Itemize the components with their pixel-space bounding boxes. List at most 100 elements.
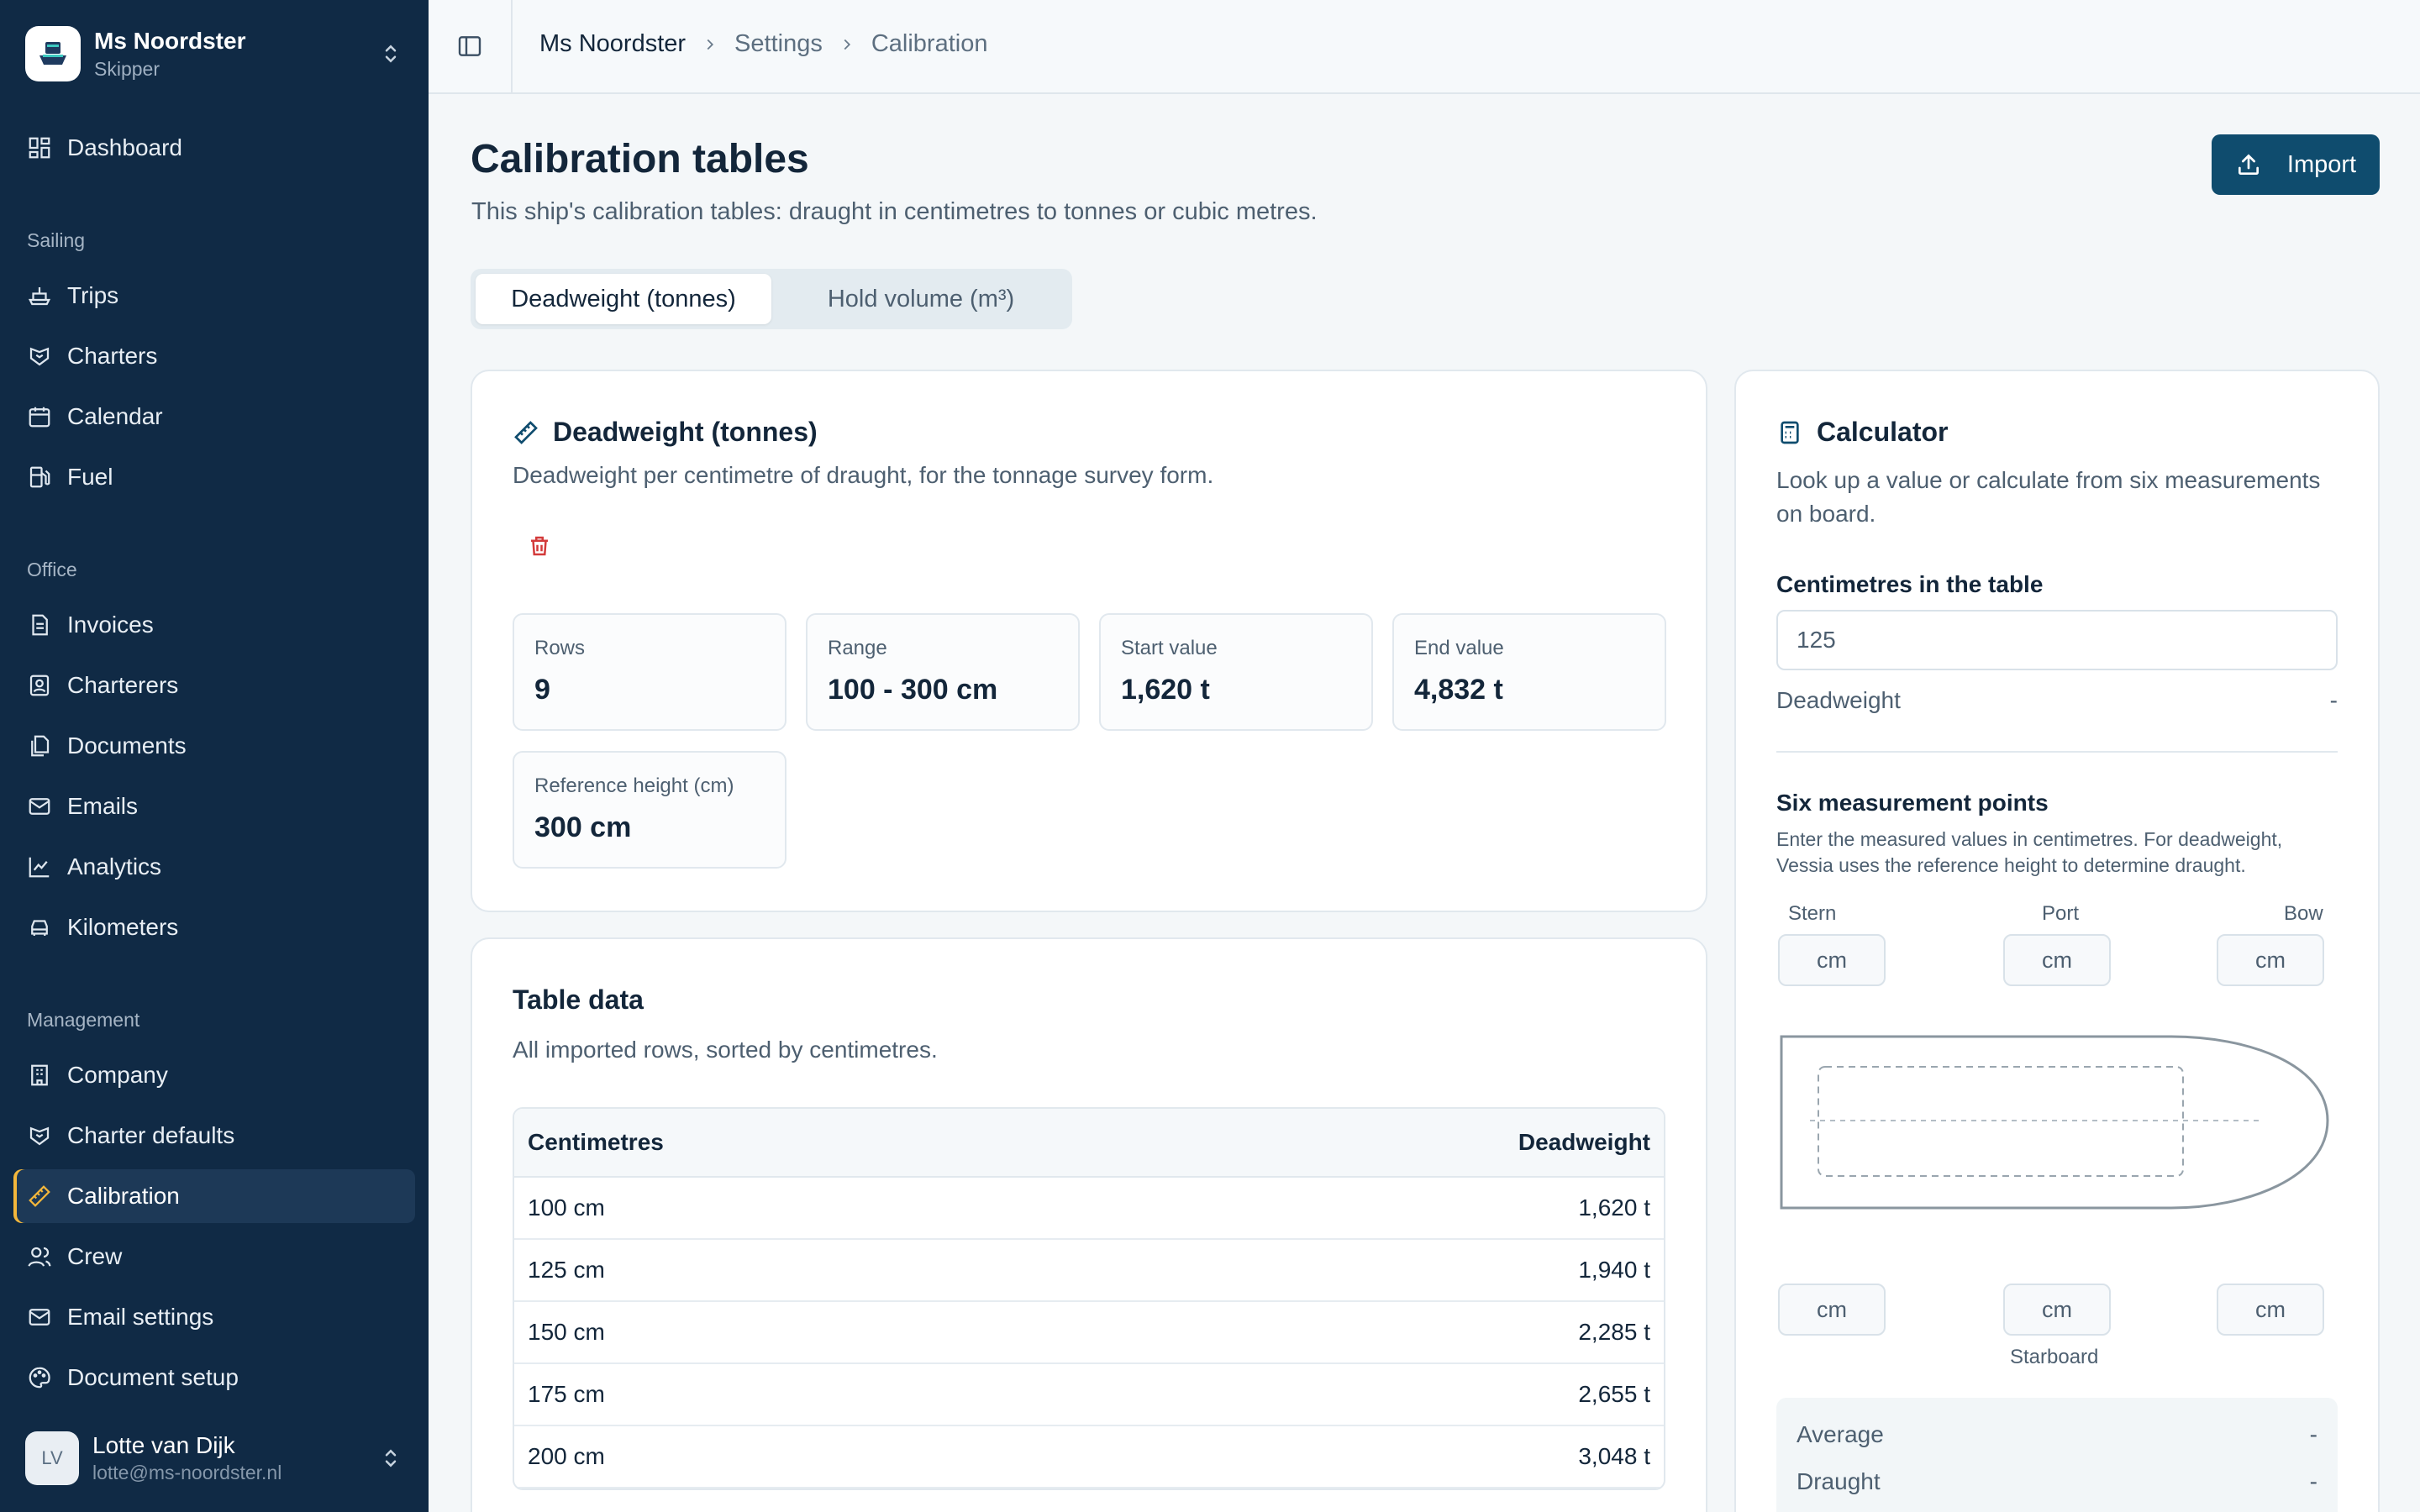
sidebar-item-documents[interactable]: Documents [13, 719, 415, 773]
ship-switcher[interactable]: Ms Noordster Skipper [25, 24, 403, 84]
starboard-label: Starboard [2010, 1346, 2099, 1368]
sidebar-item-label: Emails [67, 793, 139, 819]
table-card-title: Table data [513, 984, 644, 1015]
sidebar-item-label: Document setup [67, 1364, 239, 1390]
sidebar-item-calibration[interactable]: Calibration [13, 1169, 415, 1223]
centimetres-input[interactable]: 125 [1776, 610, 2338, 670]
ship-icon [28, 287, 51, 306]
mail-icon [29, 798, 50, 815]
sidebar-item-kilometers[interactable]: Kilometers [13, 900, 415, 954]
dashboard-icon [29, 137, 50, 159]
upload-icon [2238, 154, 2259, 175]
port-label: Port [2042, 902, 2080, 925]
sidebar-item-analytics[interactable]: Analytics [13, 840, 415, 894]
bow-label: Bow [2284, 902, 2323, 925]
building-icon [31, 1064, 48, 1086]
cell-deadweight: 2,285 t [1578, 1319, 1650, 1345]
bow-starboard-input[interactable]: cm [2217, 1284, 2324, 1336]
car-icon [31, 920, 48, 936]
palette-icon [29, 1367, 50, 1389]
sidebar-toggle-button[interactable] [429, 0, 513, 92]
delete-table-button[interactable] [519, 526, 560, 566]
tab-hold-volume[interactable]: Hold volume (m³) [776, 274, 1065, 324]
average-row: Average - [1797, 1421, 2317, 1448]
mail-settings-icon [29, 1309, 50, 1326]
mid-starboard-input[interactable]: cm [2003, 1284, 2111, 1336]
cell-centimetres: 125 cm [528, 1257, 605, 1283]
table-card-subtitle: All imported rows, sorted by centimetres… [513, 1037, 938, 1063]
sidebar-item-crew[interactable]: Crew [13, 1230, 415, 1284]
stat-label: Start value [1121, 637, 1218, 659]
handshake-icon [29, 347, 50, 366]
stat-label: Range [828, 637, 887, 659]
calibration-table: Centimetres Deadweight 100 cm 1,620 t 12… [513, 1107, 1665, 1490]
table-row: 175 cm 2,655 t [514, 1364, 1664, 1426]
ruler-icon [29, 1185, 50, 1207]
mid-port-input[interactable]: cm [2003, 934, 2111, 986]
contacts-icon [29, 675, 50, 696]
sidebar-item-label: Charterers [67, 672, 179, 698]
column-header-deadweight: Deadweight [1518, 1129, 1650, 1155]
stat-end-value: End value 4,832 t [1392, 613, 1666, 731]
sidebar-item-email-settings[interactable]: Email settings [13, 1290, 415, 1344]
six-points-description: Enter the measured values in centimetres… [1776, 828, 2283, 876]
stat-value: 300 cm [534, 811, 632, 843]
handshake-icon [29, 1126, 50, 1146]
import-button[interactable]: Import [2212, 134, 2380, 195]
summary-card: Deadweight (tonnes) Deadweight per centi… [471, 370, 1707, 912]
stat-start-value: Start value 1,620 t [1099, 613, 1373, 731]
stern-label: Stern [1788, 902, 1837, 925]
stat-value: 4,832 t [1414, 674, 1503, 706]
sidebar-item-document-setup[interactable]: Document setup [13, 1351, 415, 1404]
avatar: LV [25, 1431, 79, 1485]
divider [1776, 751, 2338, 753]
sidebar-item-charter-defaults[interactable]: Charter defaults [13, 1109, 415, 1163]
summary-card-header: Deadweight (tonnes) [513, 417, 818, 448]
breadcrumb-settings[interactable]: Settings [734, 30, 823, 58]
breadcrumb-ship[interactable]: Ms Noordster [539, 30, 686, 58]
documents-icon [31, 735, 50, 757]
stat-value: 1,620 t [1121, 674, 1210, 706]
sidebar-item-invoices[interactable]: Invoices [13, 598, 415, 652]
sidebar-item-calendar[interactable]: Calendar [13, 390, 415, 444]
table-row: 125 cm 1,940 t [514, 1240, 1664, 1302]
cell-deadweight: 2,655 t [1578, 1381, 1650, 1407]
calculator-title: Calculator [1817, 417, 1949, 447]
stat-label: Reference height (cm) [534, 774, 734, 797]
draught-row: Draught - [1797, 1468, 2317, 1495]
nav-section-management: Management [27, 1009, 140, 1031]
summary-card-description: Deadweight per centimetre of draught, fo… [513, 462, 1214, 488]
stern-starboard-input[interactable]: cm [1778, 1284, 1886, 1336]
bow-port-input[interactable]: cm [2217, 934, 2324, 986]
sidebar-item-label: Invoices [67, 612, 154, 638]
sidebar-item-label: Analytics [67, 853, 162, 879]
sidebar-item-trips[interactable]: Trips [13, 269, 415, 323]
sidebar-item-charterers[interactable]: Charterers [13, 659, 415, 712]
cell-deadweight: 1,620 t [1578, 1194, 1650, 1221]
average-label: Average [1797, 1421, 1884, 1447]
lookup-label: Centimetres in the table [1776, 571, 2044, 597]
user-menu[interactable]: LV Lotte van Dijk lotte@ms-noordster.nl [25, 1428, 403, 1488]
column-header-centimetres: Centimetres [528, 1129, 664, 1155]
page-subtitle: This ship's calibration tables: draught … [471, 198, 1318, 225]
tab-deadweight[interactable]: Deadweight (tonnes) [476, 274, 771, 324]
stern-port-input[interactable]: cm [1778, 934, 1886, 986]
calculator-icon [1781, 421, 1799, 444]
cell-centimetres: 150 cm [528, 1319, 605, 1345]
cell-centimetres: 200 cm [528, 1443, 605, 1469]
sidebar-item-fuel[interactable]: Fuel [13, 450, 415, 504]
calculator-header: Calculator [1776, 417, 1948, 448]
ship-logo-icon [25, 26, 81, 81]
sidebar-item-emails[interactable]: Emails [13, 780, 415, 833]
invoice-icon [32, 614, 48, 636]
sidebar-item-company[interactable]: Company [13, 1048, 415, 1102]
table-type-tabs: Deadweight (tonnes) Hold volume (m³) [471, 269, 1072, 329]
app-root: Ms Noordster Skipper Dashboard Sailing T… [0, 0, 2420, 1512]
sidebar-item-charters[interactable]: Charters [13, 329, 415, 383]
import-label: Import [2286, 150, 2357, 178]
sidebar-item-dashboard[interactable]: Dashboard [13, 121, 415, 175]
table-header: Centimetres Deadweight [514, 1109, 1664, 1178]
ship-outline-diagram [1780, 1035, 2329, 1210]
sidebar-item-label: Crew [67, 1243, 123, 1269]
sidebar-item-label: Documents [67, 732, 187, 759]
